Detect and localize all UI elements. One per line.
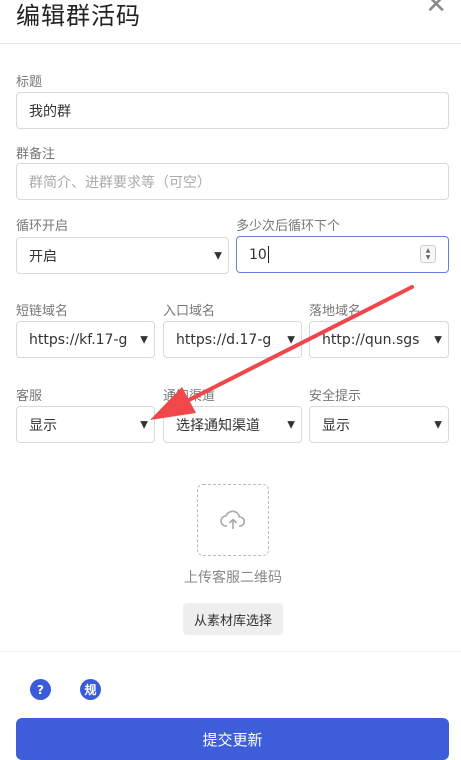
short-domain-value: https://kf.17-g <box>29 331 128 348</box>
loop-count-input[interactable]: 10 ▲ ▼ <box>236 236 449 273</box>
chevron-down-icon: ▼ <box>434 419 442 430</box>
short-domain-label: 短链域名 <box>16 304 69 319</box>
chevron-down-icon: ▼ <box>214 250 222 261</box>
loop-label: 循环开启 <box>16 219 69 234</box>
chevron-down-icon: ▼ <box>287 419 295 430</box>
chevron-down-icon: ▼ <box>434 334 442 345</box>
dialog-title: 编辑群活码 <box>16 2 141 30</box>
service-select[interactable]: 显示 ▼ <box>16 406 155 443</box>
entry-domain-label: 入口域名 <box>163 304 216 319</box>
landing-domain-select[interactable]: http://qun.sgs ▼ <box>309 321 449 358</box>
close-icon[interactable]: ✕ <box>425 0 447 18</box>
chevron-down-icon: ▼ <box>287 334 295 345</box>
loop-select[interactable]: 开启 ▼ <box>16 237 229 274</box>
remark-label: 群备注 <box>16 147 56 162</box>
notify-value: 选择通知渠道 <box>176 417 260 434</box>
header-divider <box>0 43 461 44</box>
notify-label: 通知渠道 <box>163 389 216 404</box>
entry-domain-value: https://d.17-g <box>176 331 272 348</box>
name-input[interactable]: 我的群 <box>16 92 449 129</box>
rules-icon[interactable]: 规 <box>80 679 101 700</box>
landing-domain-value: http://qun.sgs <box>322 331 420 348</box>
short-domain-select[interactable]: https://kf.17-g ▼ <box>16 321 155 358</box>
footer-divider <box>0 651 461 652</box>
cloud-upload-icon <box>220 510 246 529</box>
name-label: 标题 <box>16 75 43 90</box>
security-select[interactable]: 显示 ▼ <box>309 406 449 443</box>
chevron-down-icon: ▼ <box>140 334 148 345</box>
security-label: 安全提示 <box>309 389 362 404</box>
loop-count-value: 10 <box>249 246 267 263</box>
loop-count-label: 多少次后循环下个 <box>236 219 341 234</box>
landing-domain-label: 落地域名 <box>309 304 362 319</box>
chevron-down-icon: ▼ <box>140 419 148 430</box>
library-select-button[interactable]: 从素材库选择 <box>183 603 283 635</box>
security-value: 显示 <box>322 417 350 434</box>
qrcode-upload[interactable] <box>197 484 269 556</box>
help-icon[interactable]: ? <box>30 679 51 700</box>
number-spinner[interactable]: ▲ ▼ <box>420 245 436 263</box>
service-value: 显示 <box>29 417 57 434</box>
notify-select[interactable]: 选择通知渠道 ▼ <box>163 406 302 443</box>
text-cursor <box>267 246 269 263</box>
upload-label: 上传客服二维码 <box>184 570 282 586</box>
service-label: 客服 <box>16 389 43 404</box>
submit-button[interactable]: 提交更新 <box>16 718 449 760</box>
entry-domain-select[interactable]: https://d.17-g ▼ <box>163 321 302 358</box>
remark-input[interactable]: 群简介、进群要求等（可空） <box>16 163 449 200</box>
loop-select-value: 开启 <box>29 248 57 265</box>
